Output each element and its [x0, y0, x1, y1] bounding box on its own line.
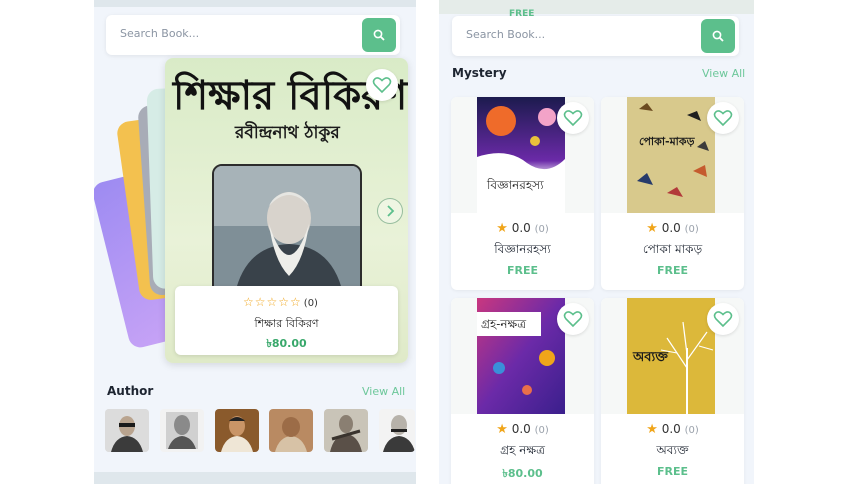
- book-price: FREE: [506, 264, 538, 277]
- book-title: অব্যক্ত: [656, 443, 689, 457]
- search-icon: [712, 30, 724, 42]
- book-cover-image: অব্যক্ত: [627, 298, 715, 414]
- bottom-bar: [94, 472, 416, 484]
- book-title: গ্রহ নক্ষত্র: [500, 443, 545, 457]
- star-icon: ★: [646, 422, 658, 437]
- home-screen: Search Book... শিক্ষার বিকিরণ রবীন্দ্রনা…: [94, 0, 416, 484]
- category-screen: FREE Search Book... Mystery View All বিজ…: [439, 0, 754, 484]
- book-cover-image: পোকা-মাকড়: [627, 97, 715, 213]
- search-bar[interactable]: Search Book...: [452, 16, 739, 56]
- book-rating: ★ 0.0 (0): [646, 221, 699, 236]
- featured-book-info[interactable]: ☆☆☆☆☆ (0) শিক্ষার বিকিরণ ৳80.00: [175, 286, 398, 355]
- carousel-next-button[interactable]: [377, 198, 403, 224]
- book-rating: ★ 0.0 (0): [496, 221, 549, 236]
- author-avatar[interactable]: [160, 409, 204, 452]
- book-card[interactable]: পোকা-মাকড় ★ 0.0 (0) পোকা মাকড় FREE: [601, 97, 744, 290]
- heart-icon: [563, 311, 583, 328]
- favorite-button[interactable]: [557, 303, 589, 335]
- search-placeholder: Search Book...: [466, 28, 546, 41]
- search-placeholder: Search Book...: [120, 27, 200, 40]
- book-price: FREE: [656, 465, 688, 478]
- search-button[interactable]: [701, 19, 735, 53]
- rating-stars: ☆☆☆☆☆ (0): [243, 295, 318, 309]
- star-icon: ★: [646, 221, 658, 236]
- author-portrait-image: [212, 164, 362, 296]
- cover-text: পোকা-মাকড়: [639, 135, 695, 148]
- chevron-right-icon: [387, 205, 395, 217]
- star-icon: ★: [496, 422, 508, 437]
- author-avatar[interactable]: [379, 409, 415, 452]
- cover-author: রবীন্দ্রনাথ ঠাকুর: [235, 123, 340, 143]
- author-view-all-link[interactable]: View All: [362, 385, 405, 398]
- author-avatar[interactable]: [105, 409, 149, 452]
- featured-book-price: ৳80.00: [266, 337, 307, 350]
- author-avatar[interactable]: [269, 409, 313, 452]
- featured-book-title: শিক্ষার বিকিরণ: [254, 317, 319, 330]
- category-title: Mystery: [452, 66, 507, 80]
- book-title: বিজ্ঞানরহস্য: [494, 242, 551, 256]
- status-strip: [94, 0, 416, 7]
- author-avatar[interactable]: [215, 409, 259, 452]
- scrolled-card-strip: [439, 0, 754, 14]
- heart-icon: [563, 110, 583, 127]
- favorite-button[interactable]: [366, 69, 398, 101]
- search-icon: [373, 29, 385, 41]
- book-price: FREE: [656, 264, 688, 277]
- book-cover-image: বিজ্ঞানরহস্য: [477, 97, 565, 213]
- author-section-title: Author: [107, 384, 154, 398]
- heart-icon: [713, 311, 733, 328]
- cover-text: গ্রহ-নক্ষত্র: [481, 317, 527, 331]
- book-title: পোকা মাকড়: [642, 242, 703, 256]
- cover-text: অব্যক্ত: [633, 350, 668, 365]
- heart-icon: [713, 110, 733, 127]
- favorite-button[interactable]: [707, 303, 739, 335]
- book-card[interactable]: গ্রহ-নক্ষত্র ★ 0.0 (0) গ্রহ নক্ষত্র ৳80.…: [451, 298, 594, 484]
- book-cover-image: গ্রহ-নক্ষত্র: [477, 298, 565, 414]
- cover-text: বিজ্ঞানরহস্য: [487, 178, 544, 192]
- star-icon: ★: [496, 221, 508, 236]
- category-view-all-link[interactable]: View All: [702, 67, 745, 80]
- book-rating: ★ 0.0 (0): [646, 422, 699, 437]
- author-avatar[interactable]: [324, 409, 368, 452]
- favorite-button[interactable]: [557, 102, 589, 134]
- rating-count: (0): [303, 298, 318, 309]
- search-bar[interactable]: Search Book...: [106, 15, 400, 55]
- book-rating: ★ 0.0 (0): [496, 422, 549, 437]
- favorite-button[interactable]: [707, 102, 739, 134]
- search-button[interactable]: [362, 18, 396, 52]
- book-price: ৳80.00: [502, 467, 543, 480]
- heart-icon: [372, 77, 392, 94]
- book-card[interactable]: অব্যক্ত ★ 0.0 (0) অব্যক্ত FREE: [601, 298, 744, 484]
- book-card[interactable]: বিজ্ঞানরহস্য ★ 0.0 (0) বিজ্ঞানরহস্য FREE: [451, 97, 594, 290]
